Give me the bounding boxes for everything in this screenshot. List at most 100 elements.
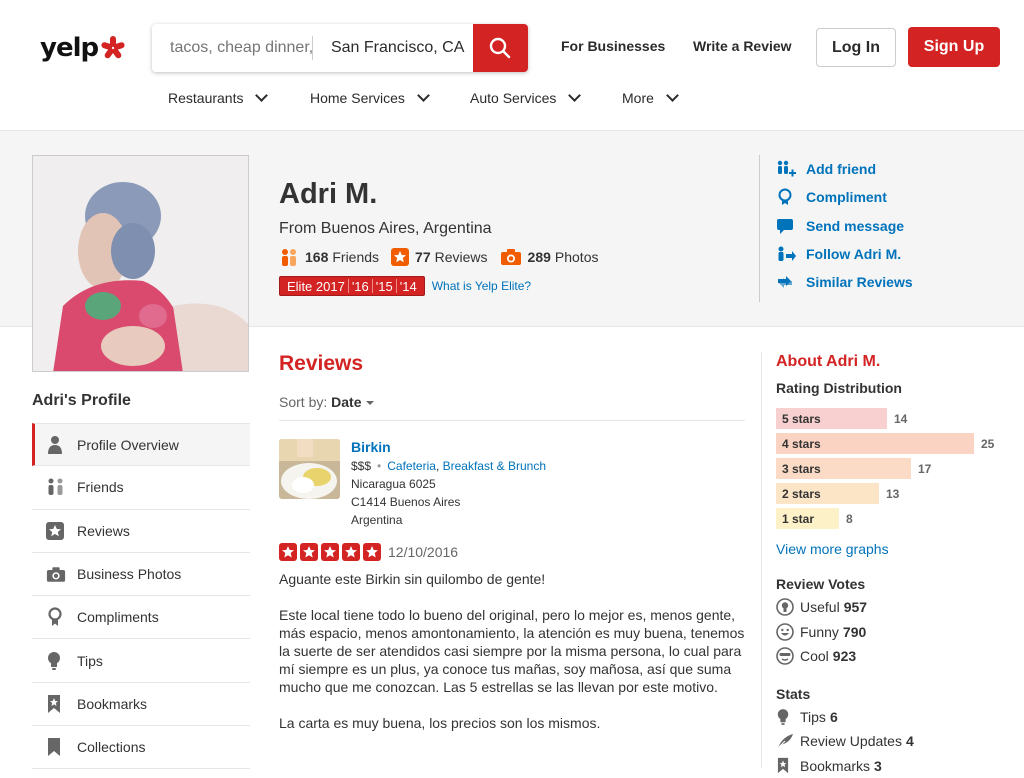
vote-useful: Useful957: [776, 595, 1024, 620]
site-header: yelp For Businesses Write a Review Log I…: [0, 0, 1024, 131]
caret-down-icon[interactable]: [366, 401, 374, 405]
compliment-action[interactable]: Compliment: [776, 183, 913, 211]
follow-action[interactable]: Follow Adri M.: [776, 240, 913, 268]
friends-count: 168: [305, 249, 328, 265]
distribution-bar: 4 stars: [776, 433, 974, 454]
compliment-icon: [776, 188, 794, 206]
cool-icon: [776, 647, 794, 665]
review-rating-row: 12/10/2016: [279, 543, 745, 561]
vote-label: Funny: [800, 624, 839, 640]
add-friend-action[interactable]: Add friend: [776, 155, 913, 183]
search-icon: [489, 37, 511, 59]
sidebar-item-compliments[interactable]: Compliments: [32, 596, 250, 639]
nav-label: Auto Services: [470, 90, 556, 106]
business-thumbnail[interactable]: [279, 439, 340, 499]
collections-icon: [46, 737, 62, 757]
search-button[interactable]: [473, 24, 528, 72]
vote-label: Cool: [800, 648, 829, 664]
review-business: Birkin $$$•Cafeteria, Breakfast & Brunch…: [279, 439, 745, 529]
similar-icon: [776, 273, 794, 291]
chevron-down-icon: [666, 89, 679, 102]
profile-stats: 168Friends 77Reviews 289Photos: [279, 247, 610, 267]
star-icon: [321, 543, 339, 561]
review-star-icon: [391, 248, 409, 266]
sidebar-item-friends[interactable]: Friends: [32, 466, 250, 509]
star-icon: [363, 543, 381, 561]
nav-auto-services[interactable]: Auto Services: [470, 90, 579, 106]
sidebar-title: Adri's Profile: [32, 392, 131, 410]
reviews-stat: 77Reviews: [391, 248, 487, 266]
sidebar-item-business-photos[interactable]: Business Photos: [32, 553, 250, 596]
star-icon: [279, 543, 297, 561]
nav-more[interactable]: More: [622, 90, 677, 106]
friends-stat: 168Friends: [279, 247, 379, 267]
review-paragraph: Este local tiene todo lo bueno del origi…: [279, 606, 745, 696]
distribution-row: 5 stars 14: [776, 406, 1024, 431]
nav-home-services[interactable]: Home Services: [310, 90, 428, 106]
stat-tips: Tips6: [776, 705, 1024, 730]
review-paragraph: Aguante este Birkin sin quilombo de gent…: [279, 570, 745, 588]
vote-funny: Funny790: [776, 620, 1024, 645]
photos-label: Photos: [555, 249, 599, 265]
stat-label: Bookmarks: [800, 758, 870, 774]
similar-reviews-action[interactable]: Similar Reviews: [776, 268, 913, 296]
sidebar-item-tips[interactable]: Tips: [32, 639, 250, 682]
review-text: Aguante este Birkin sin quilombo de gent…: [279, 570, 745, 732]
login-button[interactable]: Log In: [816, 28, 896, 67]
yelp-logo[interactable]: yelp: [40, 32, 126, 64]
vote-label: Useful: [800, 599, 840, 615]
elite-row: Elite 2017 '16 '15 '14 What is Yelp Elit…: [279, 276, 531, 296]
what-is-elite-link[interactable]: What is Yelp Elite?: [432, 279, 531, 293]
category-link[interactable]: Cafeteria: [387, 459, 436, 473]
view-more-graphs-link[interactable]: View more graphs: [776, 541, 1024, 557]
distribution-count: 14: [894, 412, 907, 426]
sort-dropdown[interactable]: Date: [331, 394, 361, 410]
for-businesses-link[interactable]: For Businesses: [561, 38, 665, 54]
friends-icon: [46, 477, 66, 497]
profile-name: Adri M.: [279, 178, 377, 211]
elite-year: '15: [373, 279, 396, 294]
search-near-input[interactable]: [313, 24, 473, 72]
distribution-count: 13: [886, 487, 899, 501]
photos-stat: 289Photos: [500, 248, 599, 266]
useful-icon: [776, 598, 794, 616]
person-icon: [46, 435, 64, 455]
send-message-action[interactable]: Send message: [776, 212, 913, 240]
sidebar-item-label: Friends: [77, 479, 124, 495]
stat-count: 6: [830, 709, 838, 725]
sidebar-item-bookmarks[interactable]: Bookmarks: [32, 683, 250, 726]
rating-distribution-title: Rating Distribution: [776, 380, 1024, 396]
signup-button[interactable]: Sign Up: [908, 27, 1000, 67]
star-icon: [342, 543, 360, 561]
about-section: About Adri M. Rating Distribution 5 star…: [761, 352, 1024, 768]
sidebar-item-reviews[interactable]: Reviews: [32, 510, 250, 553]
sidebar-item-collections[interactable]: Collections: [32, 726, 250, 769]
nav-restaurants[interactable]: Restaurants: [168, 90, 266, 106]
bookmark-icon: [776, 757, 790, 774]
distribution-row: 3 stars 17: [776, 456, 1024, 481]
distribution-row: 2 stars 13: [776, 481, 1024, 506]
category-link[interactable]: Breakfast & Brunch: [443, 459, 546, 473]
profile-photo[interactable]: [32, 155, 249, 372]
distribution-bar: 5 stars: [776, 408, 887, 429]
rating-distribution: 5 stars 14 4 stars 25 3 stars 17 2 stars…: [776, 406, 1024, 531]
address-line: C1414 Buenos Aires: [351, 493, 546, 511]
sidebar-item-profile-overview[interactable]: Profile Overview: [32, 423, 250, 466]
elite-badge[interactable]: Elite 2017 '16 '15 '14: [279, 276, 425, 296]
address-line: Argentina: [351, 511, 546, 529]
distribution-label: 1 star: [782, 512, 814, 526]
distribution-bar: 3 stars: [776, 458, 911, 479]
similar-reviews-label: Similar Reviews: [806, 274, 913, 290]
distribution-label: 5 stars: [782, 412, 821, 426]
search-find-input[interactable]: [152, 24, 312, 72]
photos-count: 289: [528, 249, 551, 265]
compliment-icon: [46, 607, 64, 627]
business-name-link[interactable]: Birkin: [351, 438, 546, 456]
vote-count: 790: [843, 624, 866, 640]
friends-label: Friends: [332, 249, 379, 265]
search-bar: [152, 24, 528, 72]
distribution-count: 25: [981, 437, 994, 451]
sidebar-item-label: Bookmarks: [77, 696, 147, 712]
write-review-link[interactable]: Write a Review: [693, 38, 792, 54]
follow-label: Follow Adri M.: [806, 246, 901, 262]
